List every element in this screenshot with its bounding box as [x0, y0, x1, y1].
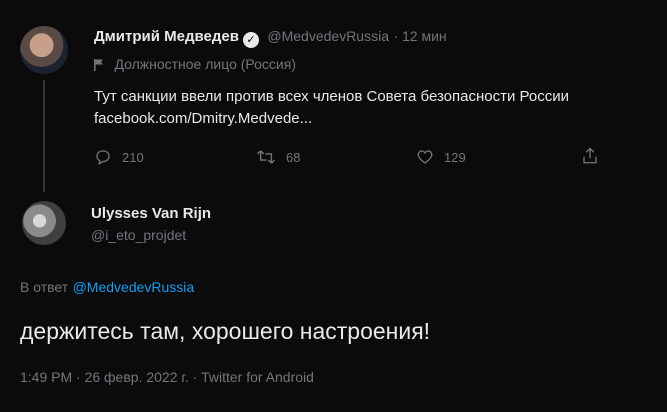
reply-action[interactable]: 210 [94, 148, 144, 166]
replying-prefix: В ответ [20, 279, 69, 295]
retweet-icon [256, 148, 276, 166]
like-count: 129 [444, 149, 466, 165]
heart-icon [416, 148, 434, 166]
reply-count: 210 [122, 149, 144, 165]
retweet-action[interactable]: 68 [256, 148, 300, 166]
reply-author-avatar[interactable] [22, 201, 66, 245]
like-action[interactable]: 129 [416, 148, 466, 166]
reply-meta[interactable]: 1:49 PM · 26 февр. 2022 г. · Twitter for… [20, 369, 314, 385]
reply-text: держитесь там, хорошего настроения! [20, 318, 431, 344]
reply-author-name[interactable]: Ulysses Van Rijn [91, 205, 211, 222]
tweet-header: Дмитрий Медведев ✓ @MedvedevRussia · 12 м… [94, 28, 447, 48]
share-action[interactable] [581, 146, 599, 166]
reply-author-handle[interactable]: @i_eto_projdet [91, 227, 186, 243]
tweet-time[interactable]: 12 мин [402, 28, 447, 44]
retweet-count: 68 [286, 149, 301, 165]
tweet-text: Тут санкции ввели против всех членов Сов… [94, 88, 569, 105]
header-separator: · [393, 28, 403, 44]
tweet-link[interactable]: facebook.com/Dmitry.Medvede... [94, 110, 312, 127]
thread-line [43, 80, 45, 192]
official-label: Должностное лицо (Россия) [114, 56, 296, 72]
replying-to-row: В ответ @MedvedevRussia [20, 279, 194, 297]
author-avatar[interactable] [20, 26, 68, 74]
author-name[interactable]: Дмитрий Медведев [94, 28, 239, 45]
official-label-row: Должностное лицо (Россия) [94, 56, 296, 74]
author-handle[interactable]: @MedvedevRussia [267, 28, 389, 44]
flag-icon [94, 59, 104, 71]
replying-to-handle[interactable]: @MedvedevRussia [73, 279, 195, 295]
verified-badge-icon: ✓ [242, 32, 259, 48]
share-icon [581, 146, 599, 166]
reply-icon [94, 148, 112, 166]
